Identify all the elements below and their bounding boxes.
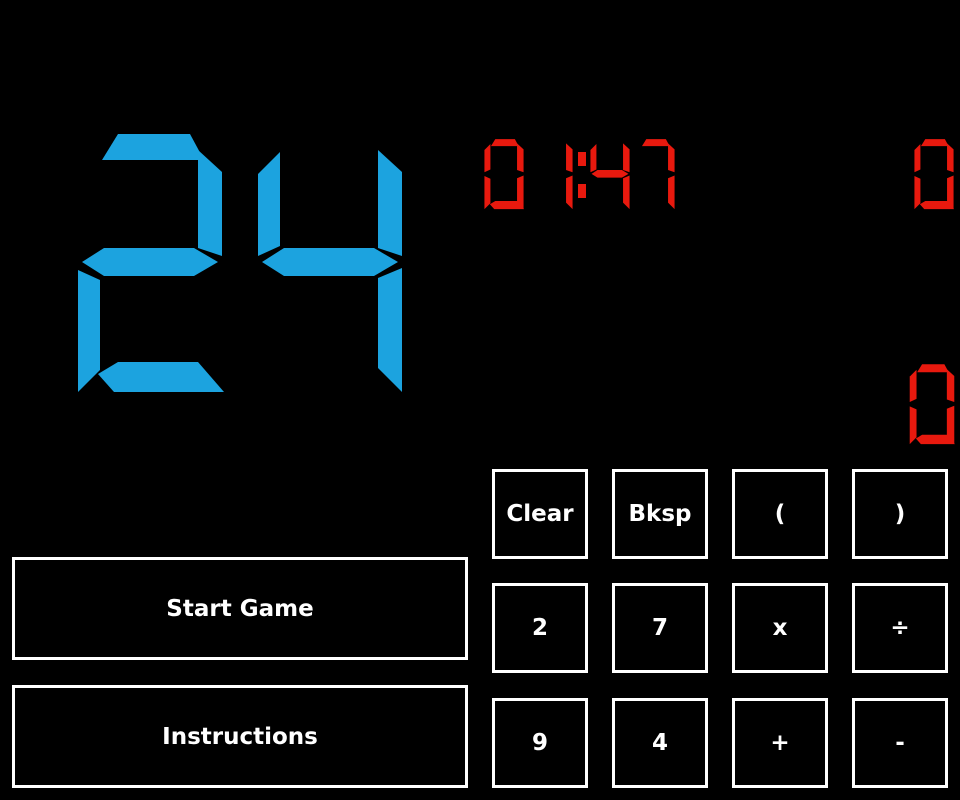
start-game-button[interactable]: Start Game bbox=[12, 557, 468, 660]
segment-b bbox=[947, 143, 954, 173]
segment-c bbox=[668, 175, 675, 210]
segment-f bbox=[590, 143, 597, 173]
segment-e bbox=[78, 270, 100, 392]
target-digit-1 bbox=[78, 134, 224, 392]
plus-button[interactable]: + bbox=[732, 698, 828, 788]
number-card-4[interactable]: 4 bbox=[612, 698, 708, 788]
segment-b bbox=[946, 369, 955, 402]
segment-a bbox=[917, 364, 949, 373]
number-card-1[interactable]: 2 bbox=[492, 583, 588, 673]
segment-a bbox=[490, 139, 519, 147]
close-paren-button[interactable]: ) bbox=[852, 469, 948, 559]
segment-b bbox=[198, 150, 222, 256]
segment-f bbox=[914, 143, 921, 173]
segment-b bbox=[566, 143, 573, 173]
segment-c bbox=[566, 175, 573, 210]
segment-g bbox=[82, 248, 218, 276]
target-number-value: 24 bbox=[0, 0, 1, 1]
timer-digit-1 bbox=[484, 139, 525, 210]
multiply-button[interactable]: x bbox=[732, 583, 828, 673]
score-bottom-digit bbox=[909, 364, 955, 445]
segment-e bbox=[914, 176, 921, 210]
divide-button[interactable]: ÷ bbox=[852, 583, 948, 673]
score-top-digit bbox=[914, 139, 955, 210]
segment-b bbox=[378, 150, 402, 256]
segment-f bbox=[484, 143, 491, 173]
number-card-2[interactable]: 7 bbox=[612, 583, 708, 673]
segment-b bbox=[668, 143, 675, 173]
segment-f bbox=[258, 152, 280, 256]
timer-digit-3 bbox=[590, 143, 630, 210]
segment-e bbox=[909, 406, 917, 445]
segment-a bbox=[920, 139, 949, 147]
score-bottom-value: 0 bbox=[0, 0, 1, 1]
segment-e bbox=[484, 176, 491, 210]
segment-g bbox=[262, 248, 398, 276]
game-screen: 24 01:47 0 0 Start Game Instructions Cle… bbox=[0, 0, 960, 800]
segment-f bbox=[909, 369, 917, 402]
segment-a bbox=[102, 134, 204, 160]
open-paren-button[interactable]: ( bbox=[732, 469, 828, 559]
timer-digit-2 bbox=[566, 143, 573, 210]
segment-b bbox=[623, 143, 630, 173]
timer-value: 01:47 bbox=[0, 0, 1, 1]
target-digit-2 bbox=[258, 150, 402, 392]
instructions-button[interactable]: Instructions bbox=[12, 685, 468, 788]
segment-a bbox=[641, 139, 670, 147]
number-card-3[interactable]: 9 bbox=[492, 698, 588, 788]
minus-button[interactable]: - bbox=[852, 698, 948, 788]
segment-b bbox=[517, 143, 524, 173]
score-top-value: 0 bbox=[0, 0, 1, 1]
segment-g bbox=[591, 170, 629, 178]
segment-d bbox=[98, 362, 224, 392]
clear-button[interactable]: Clear bbox=[492, 469, 588, 559]
timer-digit-4 bbox=[641, 139, 675, 210]
backspace-button[interactable]: Bksp bbox=[612, 469, 708, 559]
segment-c bbox=[378, 268, 402, 392]
segment-c bbox=[623, 175, 630, 210]
